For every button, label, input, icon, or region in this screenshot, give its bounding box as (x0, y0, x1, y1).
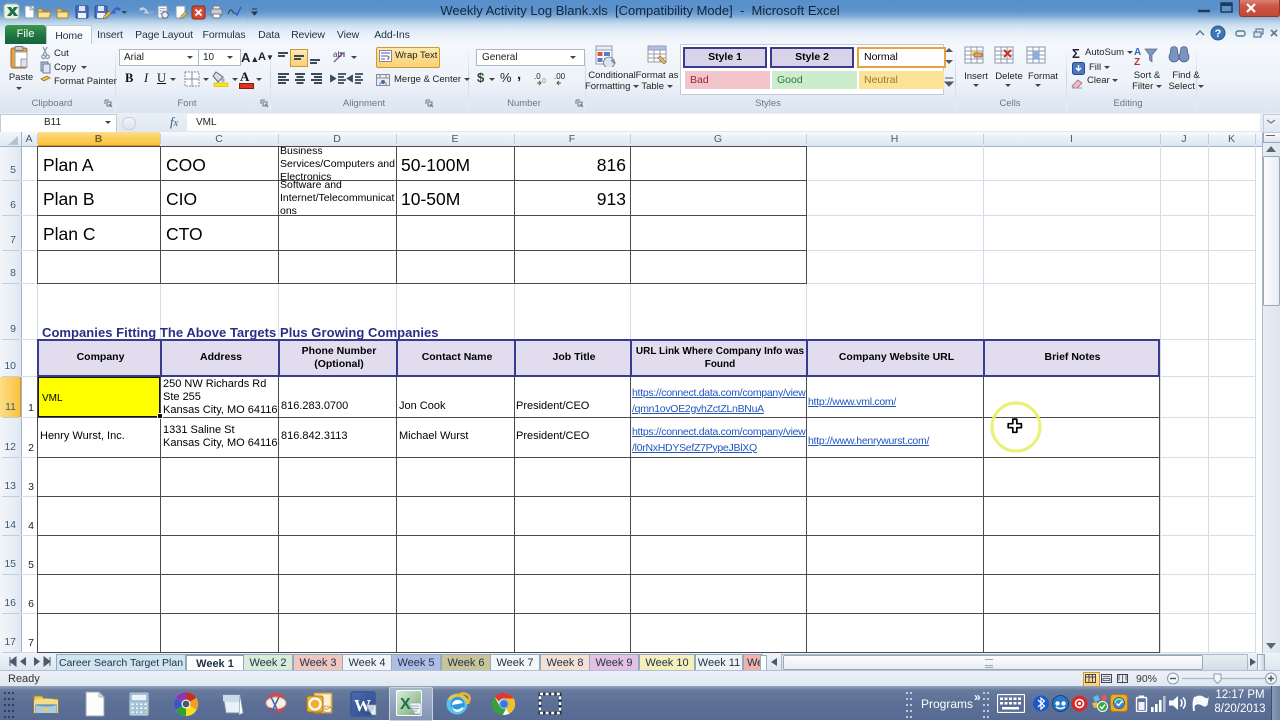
svg-text:X: X (400, 696, 411, 713)
svg-text:.0: .0 (534, 72, 541, 81)
svg-text:0: 0 (542, 78, 546, 85)
svg-text:.00: .00 (554, 72, 566, 81)
svg-text:ab: ab (333, 50, 342, 59)
svg-text:Z: Z (1134, 57, 1140, 67)
svg-text:?: ? (1215, 28, 1222, 40)
